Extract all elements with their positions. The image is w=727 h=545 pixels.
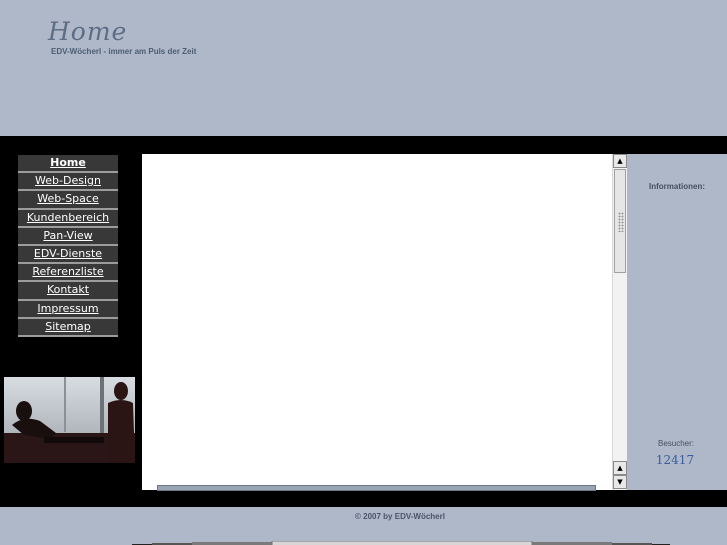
page-title: Home — [48, 17, 128, 46]
nav-item-impressum[interactable]: Impressum — [18, 300, 118, 319]
nav-item-kundenbereich[interactable]: Kundenbereich — [18, 209, 118, 228]
info-sidebar: Informationen: Besucher: 12417 — [627, 154, 727, 490]
visitor-counter: 12417 — [655, 453, 695, 467]
nav-item-referenzliste[interactable]: Referenzliste — [18, 264, 118, 283]
nav-item-pan-view[interactable]: Pan-View — [18, 227, 118, 246]
decorative-footer-bar — [132, 534, 670, 545]
scroll-down-button[interactable]: ▼ — [613, 475, 627, 489]
grip-icon — [618, 212, 624, 232]
visitor-label: Besucher: — [657, 439, 695, 448]
content-frame[interactable] — [142, 154, 612, 490]
nav-item-edv-dienste[interactable]: EDV-Dienste — [18, 245, 118, 265]
scroll-up-lower-button[interactable]: ▲ — [613, 461, 627, 475]
horizontal-scrollbar[interactable] — [157, 485, 596, 491]
scroll-thumb[interactable] — [614, 169, 626, 273]
main-navigation: Home Web-Design Web-Space Kundenbereich … — [18, 155, 118, 337]
nav-item-sitemap[interactable]: Sitemap — [18, 318, 118, 337]
vertical-scrollbar[interactable]: ▲ ▲ ▼ — [612, 154, 627, 490]
site-tagline: EDV-Wöcherl - immer am Puls der Zeit — [51, 47, 197, 56]
scroll-up-button[interactable]: ▲ — [613, 154, 627, 168]
page-header: Home EDV-Wöcherl - immer am Puls der Zei… — [0, 0, 727, 136]
office-silhouette-photo — [4, 377, 135, 463]
nav-item-web-design[interactable]: Web-Design — [18, 173, 118, 192]
copyright-text: © 2007 by EDV-Wöcherl — [355, 512, 445, 521]
nav-item-home[interactable]: Home — [18, 155, 118, 174]
nav-item-kontakt[interactable]: Kontakt — [18, 282, 118, 301]
info-label: Informationen: — [649, 182, 705, 191]
nav-item-web-space[interactable]: Web-Space — [18, 191, 118, 210]
